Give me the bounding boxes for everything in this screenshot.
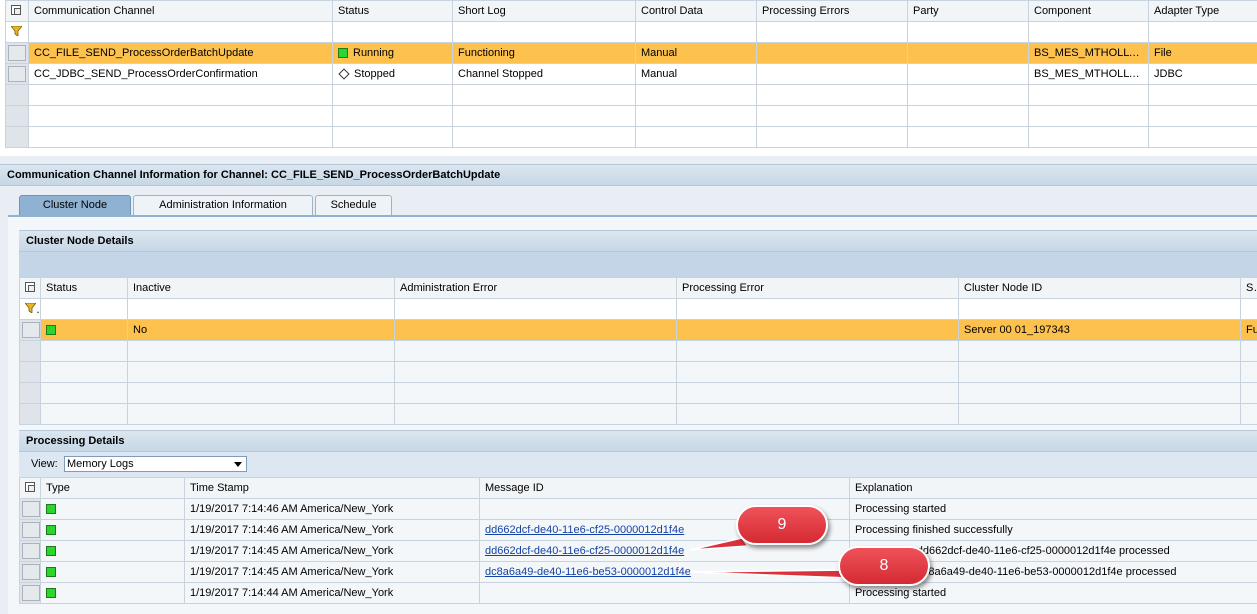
processing-table: Type Time Stamp Message ID Explanation 1… xyxy=(19,477,1257,604)
col-communication-channel[interactable]: Communication Channel xyxy=(28,0,333,22)
col-administration-error[interactable]: Administration Error xyxy=(394,277,677,299)
row-selector[interactable] xyxy=(5,42,29,64)
col-cluster-node-id[interactable]: Cluster Node ID xyxy=(958,277,1241,299)
message-id-link[interactable]: dd662dcf-de40-11e6-cf25-0000012d1f4e xyxy=(485,545,684,557)
col-time-stamp[interactable]: Time Stamp xyxy=(184,477,480,499)
row-selector[interactable] xyxy=(5,63,29,85)
row-selector[interactable] xyxy=(5,126,29,148)
column-settings-icon[interactable] xyxy=(19,477,41,499)
callout-9: 9 xyxy=(736,505,828,545)
cluster-node-details-title: Cluster Node Details xyxy=(19,230,1257,252)
col-short-log[interactable]: Short Log xyxy=(452,0,636,22)
tab-cluster-node[interactable]: Cluster Node xyxy=(19,195,131,215)
view-label: View: xyxy=(31,458,58,470)
green-square-icon xyxy=(46,567,56,578)
row-selector[interactable] xyxy=(19,319,41,341)
view-select[interactable]: Memory Logs xyxy=(64,456,247,472)
green-square-icon xyxy=(46,504,56,515)
tab-administration-information[interactable]: Administration Information xyxy=(133,195,313,215)
table-row[interactable]: 1/19/2017 7:14:45 AM America/New_York dc… xyxy=(19,561,1257,583)
info-title: Communication Channel Information for Ch… xyxy=(0,164,1257,186)
col-explanation[interactable]: Explanation xyxy=(849,477,1257,499)
chevron-down-icon xyxy=(234,462,242,467)
table-row[interactable]: 1/19/2017 7:14:44 AM America/New_York Pr… xyxy=(19,582,1257,604)
row-selector[interactable] xyxy=(5,105,29,127)
col-processing-errors[interactable]: Processing Errors xyxy=(756,0,908,22)
diamond-icon xyxy=(338,68,350,80)
row-selector[interactable] xyxy=(19,561,41,583)
table-row[interactable]: 1/19/2017 7:14:46 AM America/New_York Pr… xyxy=(19,498,1257,520)
channels-table: Communication Channel Status Short Log C… xyxy=(5,0,1257,148)
green-square-icon xyxy=(338,48,348,59)
table-row[interactable] xyxy=(5,84,1257,106)
col-inactive[interactable]: Inactive xyxy=(127,277,395,299)
view-select-value: Memory Logs xyxy=(67,458,134,470)
callout-8: 8 xyxy=(838,546,930,586)
col-message-id[interactable]: Message ID xyxy=(479,477,850,499)
col-party[interactable]: Party xyxy=(907,0,1029,22)
col-type[interactable]: Type xyxy=(40,477,185,499)
table-row[interactable]: CC_FILE_SEND_ProcessOrderBatchUpdate Run… xyxy=(5,42,1257,64)
table-row[interactable] xyxy=(5,126,1257,148)
table-row[interactable]: 1/19/2017 7:14:45 AM America/New_York dd… xyxy=(19,540,1257,562)
green-square-icon xyxy=(46,588,56,599)
table-row[interactable] xyxy=(5,105,1257,127)
col-status[interactable]: Status xyxy=(332,0,453,22)
cluster-node-table: Status Inactive Administration Error Pro… xyxy=(19,277,1257,425)
table-row[interactable]: 1/19/2017 7:14:46 AM America/New_York dd… xyxy=(19,519,1257,541)
col-component[interactable]: Component xyxy=(1028,0,1149,22)
message-id-link[interactable]: dd662dcf-de40-11e6-cf25-0000012d1f4e xyxy=(485,524,684,536)
col-control-data[interactable]: Control Data xyxy=(635,0,757,22)
row-selector[interactable] xyxy=(19,582,41,604)
column-settings-icon[interactable] xyxy=(5,0,29,22)
col-short-log[interactable]: Sh xyxy=(1240,277,1257,299)
row-selector[interactable] xyxy=(19,540,41,562)
message-id-link[interactable]: dc8a6a49-de40-11e6-be53-0000012d1f4e xyxy=(485,566,691,578)
table-row[interactable]: CC_JDBC_SEND_ProcessOrderConfirmation St… xyxy=(5,63,1257,85)
col-processing-error[interactable]: Processing Error xyxy=(676,277,959,299)
row-selector[interactable] xyxy=(19,519,41,541)
filter-icon[interactable] xyxy=(5,21,29,43)
filter-icon[interactable] xyxy=(19,298,41,320)
row-selector[interactable] xyxy=(5,84,29,106)
processing-details-title: Processing Details xyxy=(19,430,1257,452)
col-status[interactable]: Status xyxy=(40,277,128,299)
green-square-icon xyxy=(46,325,56,336)
column-settings-icon[interactable] xyxy=(19,277,41,299)
col-adapter-type[interactable]: Adapter Type xyxy=(1148,0,1257,22)
table-row[interactable]: No Server 00 01_197343 Fu xyxy=(19,319,1257,341)
green-square-icon xyxy=(46,546,56,557)
tab-schedule[interactable]: Schedule xyxy=(315,195,392,215)
green-square-icon xyxy=(46,525,56,536)
row-selector[interactable] xyxy=(19,498,41,520)
